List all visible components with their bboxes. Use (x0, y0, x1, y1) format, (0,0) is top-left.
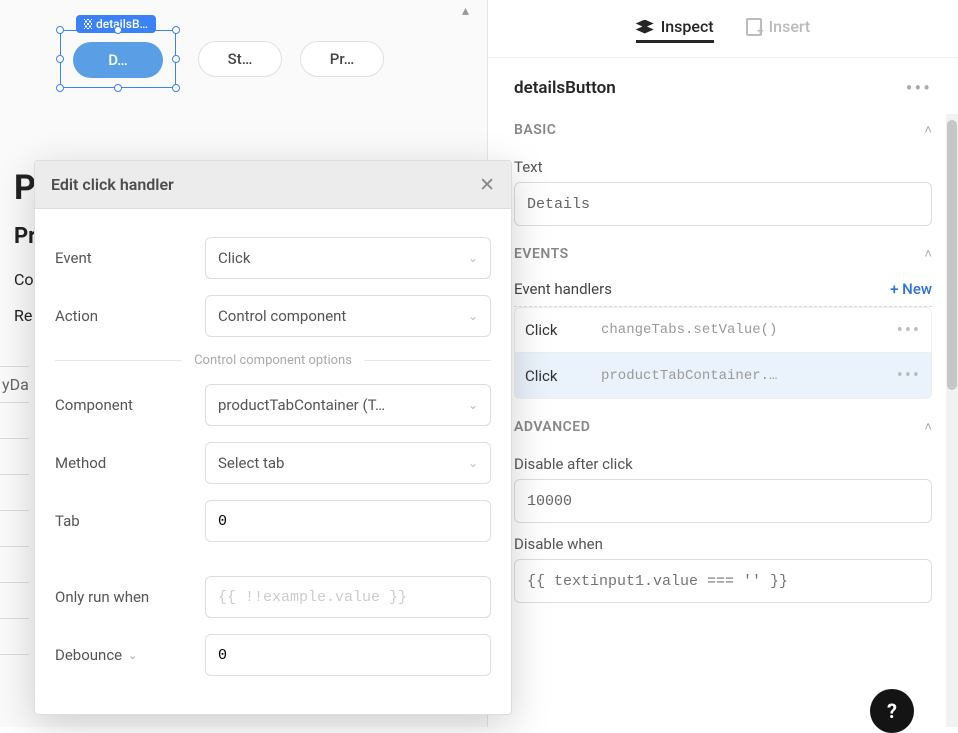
details-button[interactable]: D… (73, 42, 163, 78)
method-select[interactable]: Select tab ⌄ (205, 442, 491, 484)
handler-row[interactable]: Click productTabContainer.… ••• (514, 353, 932, 399)
label-debounce: Debounce ⌄ (55, 646, 205, 664)
chevron-down-icon: ⌄ (468, 456, 478, 470)
section-basic-toggle[interactable]: BASIC ˄ (514, 122, 932, 146)
field-label-disable-after: Disable after click (514, 455, 932, 473)
chevron-down-icon[interactable]: ⌄ (128, 649, 137, 662)
text-input[interactable] (514, 182, 932, 226)
handler-more-icon[interactable]: ••• (897, 365, 921, 386)
disable-when-input[interactable] (514, 559, 932, 603)
section-advanced-toggle[interactable]: ADVANCED ˄ (514, 419, 932, 443)
field-label-text: Text (514, 158, 932, 176)
resize-handle[interactable] (56, 55, 64, 63)
selection-box[interactable]: D… (60, 30, 176, 88)
options-divider: Control component options (194, 353, 352, 368)
canvas-button-3[interactable]: Pr… (300, 41, 384, 77)
disable-after-input[interactable] (514, 479, 932, 523)
label-only-run-when: Only run when (55, 588, 205, 606)
table-fragment: yDa (0, 366, 29, 690)
drag-handle-icon[interactable] (84, 19, 92, 29)
action-select[interactable]: Control component ⌄ (205, 295, 491, 337)
underlay-row-1: Co (14, 270, 34, 289)
label-event: Event (55, 249, 205, 267)
insert-icon (746, 18, 762, 36)
scrollbar-thumb[interactable] (947, 120, 957, 390)
chevron-up-icon: ˄ (924, 246, 932, 262)
chevron-up-icon: ˄ (924, 419, 932, 435)
component-more-icon[interactable]: ••• (906, 76, 932, 100)
chevron-down-icon: ⌄ (468, 309, 478, 323)
close-icon[interactable]: ✕ (479, 173, 495, 196)
edit-handler-modal: Edit click handler ✕ Event Click ⌄ Actio… (34, 160, 512, 715)
help-fab[interactable]: ? (870, 689, 914, 733)
underlay-heading-2: Pr (14, 224, 36, 249)
tab-input[interactable] (205, 500, 491, 542)
only-run-when-input[interactable] (205, 576, 491, 618)
inspector-tabs: Inspect Insert (488, 0, 958, 58)
section-events-toggle[interactable]: EVENTS ˄ (514, 246, 932, 270)
chevron-down-icon: ⌄ (468, 398, 478, 412)
resize-handle[interactable] (114, 84, 122, 92)
handler-row[interactable]: Click changeTabs.setValue() ••• (514, 307, 932, 353)
canvas-button-2[interactable]: St… (198, 41, 282, 77)
event-handlers-label: Event handlers (514, 280, 612, 298)
resize-handle[interactable] (172, 84, 180, 92)
tab-inspect[interactable]: Inspect (636, 14, 714, 43)
label-tab: Tab (55, 512, 205, 530)
chevron-down-icon: ⌄ (468, 251, 478, 265)
label-action: Action (55, 307, 205, 325)
event-select[interactable]: Click ⌄ (205, 237, 491, 279)
resize-handle[interactable] (56, 84, 64, 92)
component-select[interactable]: productTabContainer (T… ⌄ (205, 384, 491, 426)
layers-icon (636, 20, 654, 34)
underlay-heading-1: P (14, 168, 36, 208)
chevron-up-icon: ˄ (924, 122, 932, 138)
field-label-disable-when: Disable when (514, 535, 932, 553)
resize-handle[interactable] (114, 26, 122, 34)
inspector-panel: Inspect Insert detailsButton ••• BASIC ˄… (488, 0, 958, 727)
modal-title: Edit click handler (51, 175, 174, 194)
handler-more-icon[interactable]: ••• (897, 320, 921, 341)
resize-handle[interactable] (56, 26, 64, 34)
label-component: Component (55, 396, 205, 414)
debounce-input[interactable] (205, 634, 491, 676)
component-name[interactable]: detailsButton (514, 78, 616, 98)
tab-insert[interactable]: Insert (746, 17, 811, 40)
label-method: Method (55, 454, 205, 472)
add-handler-button[interactable]: + New (890, 280, 932, 298)
resize-handle[interactable] (172, 55, 180, 63)
selected-component-tag-text: detailsB… (96, 17, 148, 31)
resize-handle[interactable] (172, 26, 180, 34)
underlay-row-2: Re (14, 306, 32, 325)
